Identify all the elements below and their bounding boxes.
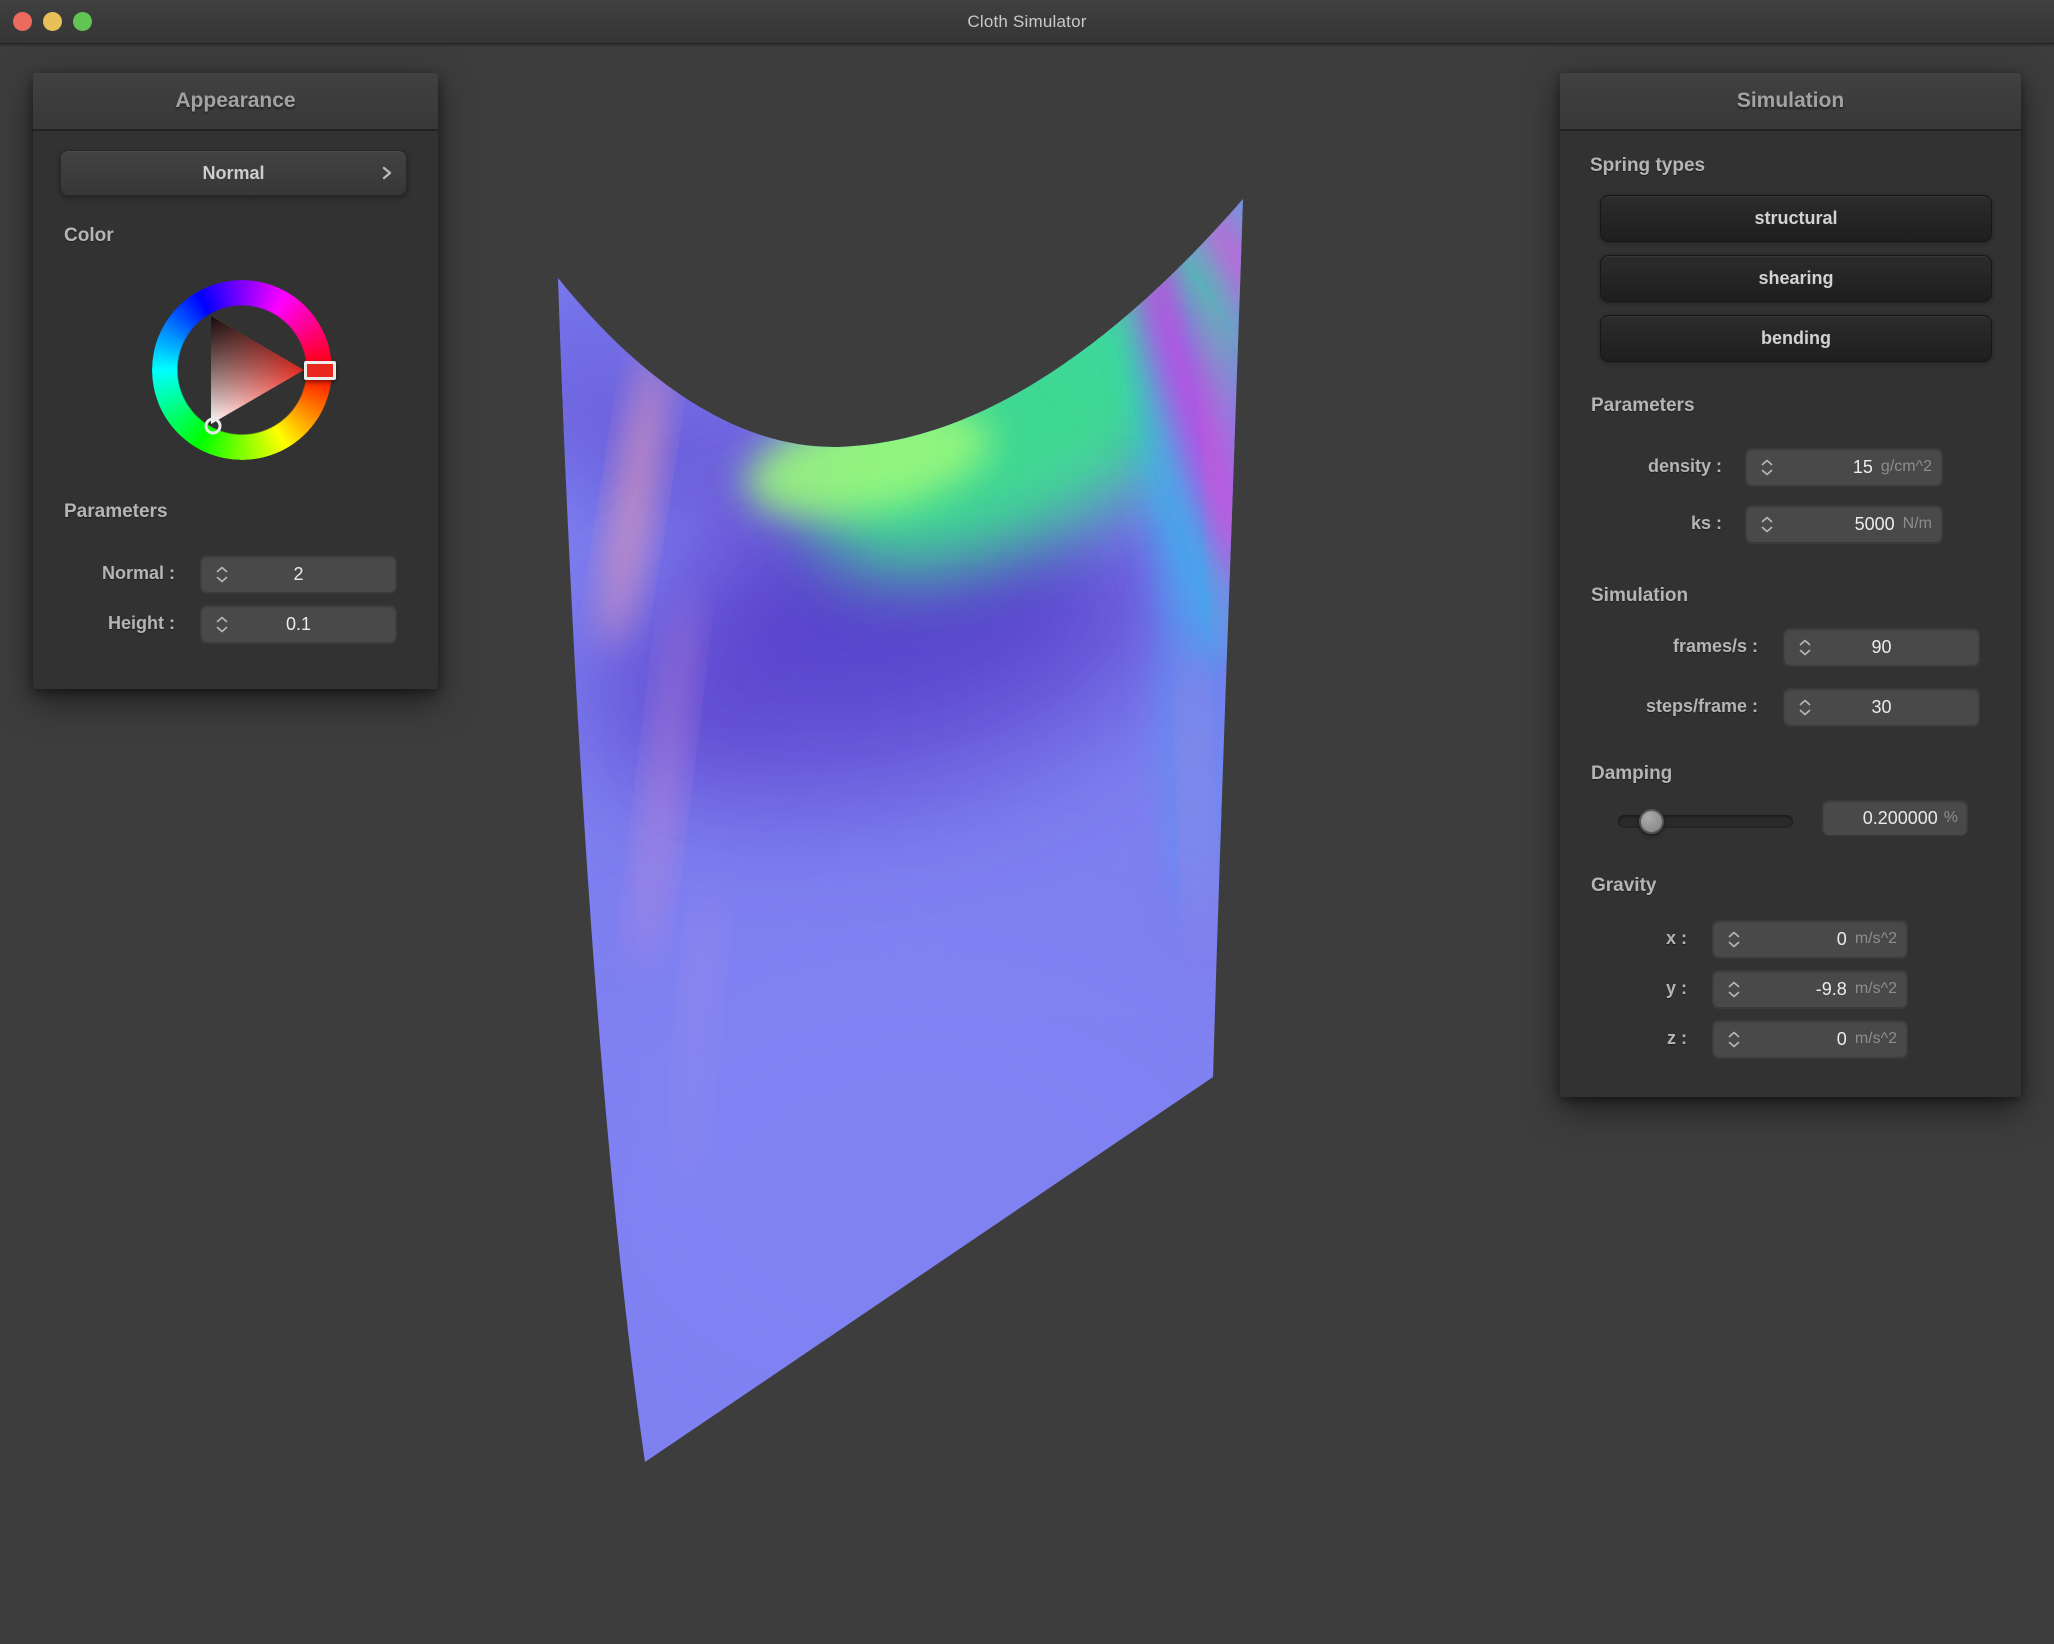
gravity-z-label: z :	[1591, 1028, 1687, 1049]
density-label: density :	[1591, 456, 1722, 477]
gravity-x-value: 0	[1751, 929, 1847, 950]
damping-section-label: Damping	[1591, 763, 1672, 785]
chevron-down-icon[interactable]	[1728, 1041, 1740, 1048]
density-stepper[interactable]: 15 g/cm^2	[1745, 448, 1943, 486]
appearance-panel: Appearance Normal Color Parameters Norma…	[33, 73, 438, 689]
minimize-window-icon[interactable]	[43, 12, 62, 31]
gravity-z-unit: m/s^2	[1847, 1030, 1907, 1048]
gravity-z-value: 0	[1751, 1029, 1847, 1050]
titlebar[interactable]: Cloth Simulator	[0, 0, 2054, 44]
ks-stepper[interactable]: 5000 N/m	[1745, 505, 1943, 543]
ks-value: 5000	[1784, 514, 1895, 535]
normal-param-label: Normal :	[63, 563, 175, 584]
stepper-spin[interactable]	[1746, 516, 1784, 533]
gravity-y-value: -9.8	[1751, 979, 1847, 1000]
chevron-up-icon[interactable]	[1728, 931, 1740, 938]
parameters-section-label: Parameters	[1591, 395, 1695, 417]
chevron-right-icon	[382, 164, 392, 182]
gravity-y-unit: m/s^2	[1847, 980, 1907, 998]
gravity-z-stepper[interactable]: 0 m/s^2	[1712, 1020, 1908, 1058]
appearance-panel-header: Appearance	[33, 73, 438, 131]
frames-label: frames/s :	[1591, 636, 1758, 657]
gravity-y-stepper[interactable]: -9.8 m/s^2	[1712, 970, 1908, 1008]
stepper-spin[interactable]	[1746, 459, 1784, 476]
shader-mode-value: Normal	[202, 163, 264, 184]
damping-unit: %	[1938, 809, 1967, 827]
gravity-x-unit: m/s^2	[1847, 930, 1907, 948]
gravity-x-stepper[interactable]: 0 m/s^2	[1712, 920, 1908, 958]
close-window-icon[interactable]	[13, 12, 32, 31]
chevron-up-icon[interactable]	[1728, 981, 1740, 988]
simulation-panel: Simulation Spring types structural shear…	[1560, 73, 2021, 1097]
density-value: 15	[1784, 457, 1873, 478]
shader-mode-dropdown[interactable]: Normal	[60, 150, 407, 196]
window-title: Cloth Simulator	[0, 0, 2054, 43]
stepper-spin[interactable]	[1713, 1031, 1751, 1048]
gravity-x-label: x :	[1591, 928, 1687, 949]
steps-stepper[interactable]: 30	[1783, 688, 1980, 726]
ks-label: ks :	[1591, 513, 1722, 534]
height-param-label: Height :	[63, 613, 175, 634]
damping-value-box[interactable]: 0.200000 %	[1822, 800, 1968, 836]
ks-unit: N/m	[1895, 515, 1942, 533]
bending-button[interactable]: bending	[1600, 315, 1992, 362]
chevron-down-icon[interactable]	[1728, 991, 1740, 998]
stepper-spin[interactable]	[1713, 981, 1751, 998]
chevron-up-icon[interactable]	[1761, 516, 1773, 523]
chevron-up-icon[interactable]	[1728, 1031, 1740, 1038]
stepper-spin[interactable]	[1713, 931, 1751, 948]
steps-label: steps/frame :	[1591, 696, 1758, 717]
appearance-parameters-label: Parameters	[64, 501, 168, 523]
hue-marker-icon[interactable]	[304, 361, 336, 380]
color-wheel[interactable]	[152, 280, 332, 460]
gravity-y-label: y :	[1591, 978, 1687, 999]
normal-param-value: 2	[201, 564, 396, 585]
damping-value: 0.200000	[1863, 808, 1938, 829]
chevron-down-icon[interactable]	[1761, 526, 1773, 533]
frames-stepper[interactable]: 90	[1783, 628, 1980, 666]
normal-param-stepper[interactable]: 2	[200, 555, 397, 593]
zoom-window-icon[interactable]	[73, 12, 92, 31]
color-section-label: Color	[64, 225, 114, 247]
shearing-button[interactable]: shearing	[1600, 255, 1992, 302]
gravity-section-label: Gravity	[1591, 875, 1656, 897]
structural-button[interactable]: structural	[1600, 195, 1992, 242]
frames-value: 90	[1784, 637, 1979, 658]
height-param-stepper[interactable]: 0.1	[200, 605, 397, 643]
chevron-up-icon[interactable]	[1761, 459, 1773, 466]
simulation-panel-header: Simulation	[1560, 73, 2021, 131]
damping-slider[interactable]	[1618, 815, 1793, 828]
chevron-down-icon[interactable]	[1761, 469, 1773, 476]
spring-types-label: Spring types	[1590, 155, 1705, 177]
steps-value: 30	[1784, 697, 1979, 718]
simulation-section-label: Simulation	[1591, 585, 1688, 607]
density-unit: g/cm^2	[1873, 458, 1942, 476]
damping-slider-knob[interactable]	[1639, 809, 1664, 834]
height-param-value: 0.1	[201, 614, 396, 635]
chevron-down-icon[interactable]	[1728, 941, 1740, 948]
